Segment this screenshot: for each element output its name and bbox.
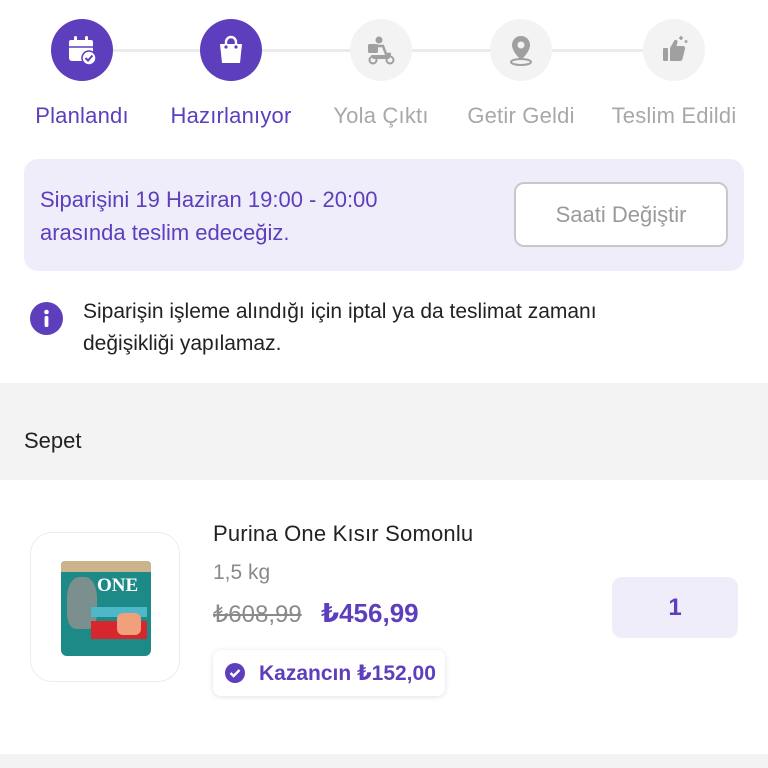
delivery-time-card: Siparişini 19 Haziran 19:00 - 20:00 aras… [24,159,744,271]
step-preparing: Hazırlanıyor [161,19,301,129]
bag-salmon-graphic [117,613,141,635]
step-label: Getir Geldi [467,103,575,128]
step-label: Yola Çıktı [333,103,429,128]
step-label: Teslim Edildi [611,103,737,128]
product-bag-graphic: ONE [61,561,151,656]
discounted-price: ₺456,99 [321,598,419,628]
step-delivered: Teslim Edildi [604,19,744,129]
product-weight: 1,5 kg [213,561,271,584]
delivery-time-line: arasında teslim edeceğiz. [40,220,290,245]
thumbs-up-icon [643,19,705,81]
step-arrived: Getir Geldi [451,19,591,129]
shopping-bag-icon [200,19,262,81]
cart-section-title: Sepet [24,428,82,453]
section-divider [0,754,768,768]
product-image[interactable]: ONE [30,532,180,682]
change-time-button[interactable]: Saati Değiştir [514,182,728,247]
delivery-time-line: Siparişini 19 Haziran 19:00 - 20:00 [40,187,378,212]
step-label: Hazırlanıyor [170,103,292,128]
calendar-check-icon [51,19,113,81]
section-divider [0,383,768,480]
notice-line: değişikliği yapılamaz. [83,332,282,355]
savings-badge: Kazancın ₺152,00 [213,650,445,696]
bag-brand-text: ONE [97,575,139,596]
product-name[interactable]: Purina One Kısır Somonlu [213,521,473,547]
old-price: ₺608,99 [213,601,302,628]
order-status-stepper: Planlandı Hazırlanıyor Yola Çıktı Getir … [0,0,768,150]
step-on-the-way: Yola Çıktı [311,19,451,129]
step-label: Planlandı [35,103,129,128]
notice-line: Siparişin işleme alındığı için iptal ya … [83,300,597,323]
notice-text: Siparişin işleme alındığı için iptal ya … [83,296,743,360]
savings-text: Kazancın ₺152,00 [259,662,436,685]
step-planned: Planlandı [12,19,152,129]
quantity-stepper[interactable]: 1 [612,577,738,638]
map-pin-icon [490,19,552,81]
delivery-scooter-icon [350,19,412,81]
info-icon [30,302,63,335]
bag-top-band [61,561,151,572]
delivery-time-text: Siparişini 19 Haziran 19:00 - 20:00 aras… [40,183,460,249]
check-circle-icon [225,663,245,683]
